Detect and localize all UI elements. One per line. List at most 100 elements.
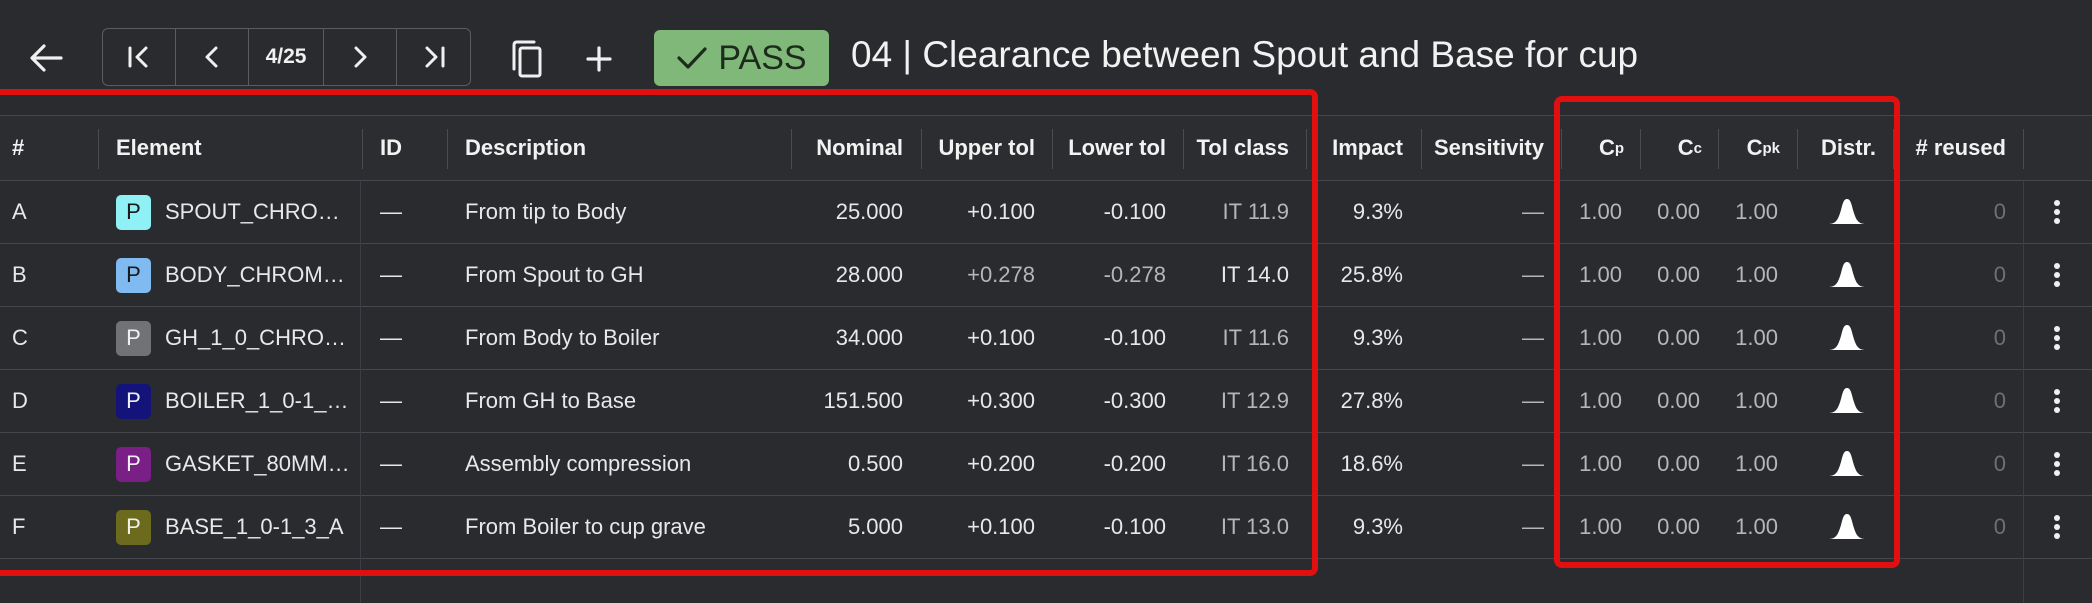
column-header-id[interactable]: ID bbox=[380, 116, 440, 180]
row-menu-button[interactable] bbox=[2042, 181, 2072, 243]
lower-tol-cell: -0.100 bbox=[1103, 199, 1166, 224]
column-header-description[interactable]: Description bbox=[465, 116, 785, 180]
cp-cell: 1.00 bbox=[1579, 262, 1622, 287]
more-vertical-icon bbox=[2054, 452, 2060, 476]
cp-cell: 1.00 bbox=[1579, 199, 1622, 224]
normal-distribution-icon bbox=[1828, 262, 1866, 287]
element-name: BOILER_1_0-1_1_A bbox=[165, 388, 350, 413]
sensitivity-cell: — bbox=[1522, 199, 1544, 224]
reused-cell: 0 bbox=[1993, 388, 2006, 413]
column-header-nominal[interactable]: Nominal bbox=[800, 116, 903, 180]
column-header-element[interactable]: Element bbox=[116, 116, 346, 180]
check-icon bbox=[677, 47, 708, 69]
column-divider bbox=[1052, 129, 1053, 169]
row-index: C bbox=[12, 325, 28, 350]
previous-record-button[interactable] bbox=[176, 29, 249, 85]
row-index: B bbox=[12, 262, 27, 287]
row-index: F bbox=[12, 514, 26, 539]
lower-tol-cell: -0.100 bbox=[1103, 325, 1166, 350]
row-index: E bbox=[12, 451, 27, 476]
nominal-cell: 34.000 bbox=[835, 325, 903, 350]
column-divider bbox=[1421, 129, 1422, 169]
distribution-cell[interactable] bbox=[1821, 496, 1873, 558]
element-cell[interactable]: P GH_1_0_CHROME_1_0-1_4 bbox=[116, 307, 350, 369]
upper-tol-cell: +0.100 bbox=[967, 199, 1035, 224]
element-name: BODY_CHROME_1_0-1_3_A bbox=[165, 262, 350, 287]
tol-class-cell: IT 16.0 bbox=[1220, 451, 1289, 476]
row-menu-button[interactable] bbox=[2042, 433, 2072, 495]
last-record-button[interactable] bbox=[397, 29, 470, 85]
add-button[interactable] bbox=[574, 34, 624, 84]
nominal-cell: 28.000 bbox=[835, 262, 903, 287]
nominal-cell: 5.000 bbox=[847, 514, 903, 539]
distribution-cell[interactable] bbox=[1821, 181, 1873, 243]
arrow-left-icon bbox=[30, 44, 63, 72]
column-header-tol-class[interactable]: Tol class bbox=[1190, 116, 1289, 180]
sensitivity-cell: — bbox=[1522, 325, 1544, 350]
column-header-index[interactable]: # bbox=[12, 116, 52, 180]
cpk-cell: 1.00 bbox=[1735, 514, 1778, 539]
column-divider bbox=[1893, 129, 1894, 169]
column-header-lower-tol[interactable]: Lower tol bbox=[1060, 116, 1166, 180]
row-index: D bbox=[12, 388, 28, 413]
table-row[interactable]: D P BOILER_1_0-1_1_A — From GH to Base 151.50… bbox=[0, 370, 2092, 433]
reused-cell: 0 bbox=[1993, 325, 2006, 350]
table-row[interactable]: B P BODY_CHROME_1_0-1_3_A — From Spout to GH… bbox=[0, 244, 2092, 307]
column-header-sensitivity[interactable]: Sensitivity bbox=[1430, 116, 1544, 180]
normal-distribution-icon bbox=[1828, 199, 1866, 224]
more-vertical-icon bbox=[2054, 326, 2060, 350]
cp-cell: 1.00 bbox=[1579, 514, 1622, 539]
element-cell[interactable]: P BODY_CHROME_1_0-1_3_A bbox=[116, 244, 350, 306]
copy-button[interactable] bbox=[502, 34, 552, 84]
impact-cell: 9.3% bbox=[1352, 199, 1403, 224]
column-divider bbox=[1797, 129, 1798, 169]
column-header-cp[interactable]: Cp bbox=[1580, 116, 1624, 180]
distribution-cell[interactable] bbox=[1821, 244, 1873, 306]
row-menu-button[interactable] bbox=[2042, 370, 2072, 432]
normal-distribution-icon bbox=[1828, 451, 1866, 476]
plus-icon bbox=[586, 46, 612, 72]
row-menu-button[interactable] bbox=[2042, 244, 2072, 306]
column-header-upper-tol[interactable]: Upper tol bbox=[930, 116, 1035, 180]
row-menu-button[interactable] bbox=[2042, 307, 2072, 369]
impact-cell: 18.6% bbox=[1340, 451, 1403, 476]
id-cell: — bbox=[380, 199, 402, 224]
back-button[interactable] bbox=[20, 36, 72, 80]
element-cell[interactable]: P GASKET_80MM_1_0-1_2 bbox=[116, 433, 350, 495]
sensitivity-cell: — bbox=[1522, 388, 1544, 413]
column-header-reused[interactable]: # reused bbox=[1900, 116, 2007, 180]
normal-distribution-icon bbox=[1828, 514, 1866, 539]
sensitivity-cell: — bbox=[1522, 451, 1544, 476]
upper-tol-cell: +0.100 bbox=[967, 514, 1035, 539]
distribution-cell[interactable] bbox=[1821, 307, 1873, 369]
table-row[interactable]: A P SPOUT_CHROME_1_0-1_2_A — From tip to Bod… bbox=[0, 181, 2092, 244]
column-header-cc[interactable]: Cc bbox=[1660, 116, 1702, 180]
last-page-icon bbox=[425, 46, 444, 68]
impact-cell: 9.3% bbox=[1352, 514, 1403, 539]
column-header-cpk[interactable]: Cpk bbox=[1735, 116, 1780, 180]
element-type-badge: P bbox=[116, 446, 151, 482]
distribution-cell[interactable] bbox=[1821, 370, 1873, 432]
cc-cell: 0.00 bbox=[1657, 199, 1700, 224]
upper-tol-cell: +0.278 bbox=[967, 262, 1035, 287]
cp-cell: 1.00 bbox=[1579, 451, 1622, 476]
reused-cell: 0 bbox=[1993, 514, 2006, 539]
upper-tol-cell: +0.200 bbox=[967, 451, 1035, 476]
column-header-impact[interactable]: Impact bbox=[1315, 116, 1403, 180]
first-record-button[interactable] bbox=[103, 29, 176, 85]
row-menu-button[interactable] bbox=[2042, 496, 2072, 558]
table-row[interactable]: E P GASKET_80MM_1_0-1_2 — Assembly compressi… bbox=[0, 433, 2092, 496]
next-record-button[interactable] bbox=[324, 29, 397, 85]
element-cell[interactable]: P SPOUT_CHROME_1_0-1_2_A bbox=[116, 181, 350, 243]
column-divider bbox=[1183, 129, 1184, 169]
distribution-cell[interactable] bbox=[1821, 433, 1873, 495]
description-cell: From Boiler to cup grave bbox=[465, 514, 706, 539]
cpk-cell: 1.00 bbox=[1735, 388, 1778, 413]
table-row[interactable]: F P BASE_1_0-1_3_A — From Boiler to cup grav… bbox=[0, 496, 2092, 559]
column-header-distr[interactable]: Distr. bbox=[1805, 116, 1876, 180]
id-cell: — bbox=[380, 451, 402, 476]
element-cell[interactable]: P BASE_1_0-1_3_A bbox=[116, 496, 350, 558]
table-row[interactable]: C P GH_1_0_CHROME_1_0-1_4 — From Body to Boi… bbox=[0, 307, 2092, 370]
toolbar: 4/25 PASS 04 | Clearance between Spout a… bbox=[0, 0, 2092, 115]
element-cell[interactable]: P BOILER_1_0-1_1_A bbox=[116, 370, 350, 432]
